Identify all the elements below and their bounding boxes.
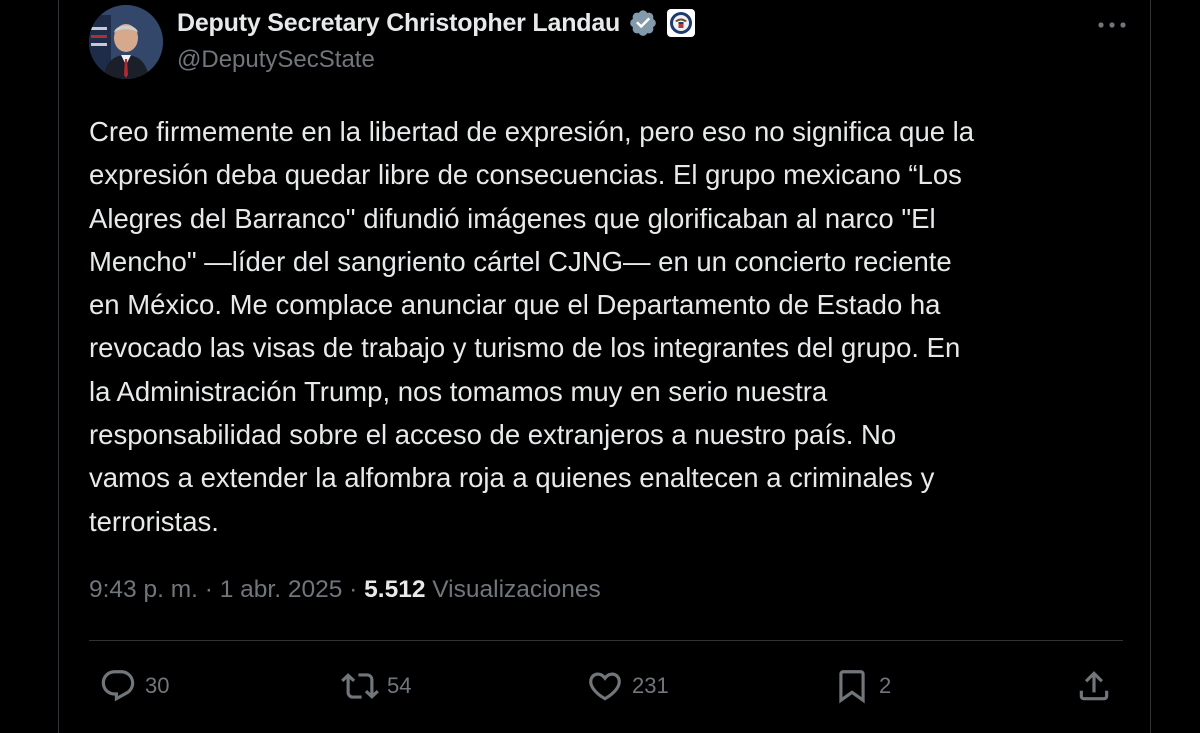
- tweet-metadata: 9:43 p. m. · 1 abr. 2025 · 5.512 Visuali…: [89, 576, 601, 604]
- tweet-date[interactable]: 1 abr. 2025: [220, 576, 343, 603]
- views-label: Visualizaciones: [432, 576, 601, 603]
- tweet-column: Deputy Secretary Christopher Landau @Dep…: [58, 0, 1151, 733]
- bookmark-count: 2: [879, 673, 892, 698]
- bookmark-button[interactable]: 2: [833, 660, 891, 712]
- author-display-name[interactable]: Deputy Secretary Christopher Landau: [177, 9, 620, 38]
- repost-icon: [341, 673, 379, 699]
- reply-count: 30: [145, 673, 170, 698]
- like-button[interactable]: 231: [586, 660, 669, 712]
- bookmark-icon: [839, 670, 865, 704]
- share-button[interactable]: [1075, 660, 1113, 712]
- tweet-header: Deputy Secretary Christopher Landau @Dep…: [59, 0, 1150, 100]
- share-icon: [1079, 671, 1109, 701]
- meta-separator: ·: [349, 576, 358, 603]
- reply-button[interactable]: 30: [99, 660, 169, 712]
- tweet-text: Creo firmemente en la libertad de expres…: [89, 116, 975, 537]
- views-count: 5.512: [364, 576, 426, 603]
- reply-icon: [101, 670, 135, 702]
- meta-separator: ·: [204, 576, 213, 603]
- divider: [89, 640, 1123, 641]
- author-name-row: Deputy Secretary Christopher Landau: [177, 8, 696, 38]
- tweet-actions-bar: 30 54 231 2: [89, 660, 1123, 712]
- more-dots-icon: [1098, 22, 1126, 28]
- state-department-seal-icon[interactable]: [666, 8, 696, 38]
- repost-button[interactable]: 54: [341, 660, 411, 712]
- like-count: 231: [632, 673, 669, 698]
- repost-count: 54: [387, 673, 412, 698]
- verified-badge-icon[interactable]: [628, 8, 658, 38]
- tweet-time[interactable]: 9:43 p. m.: [89, 576, 198, 603]
- more-options-button[interactable]: [1092, 8, 1132, 42]
- avatar[interactable]: [89, 5, 163, 79]
- heart-icon: [589, 672, 621, 701]
- author-handle[interactable]: @DeputySecState: [177, 46, 375, 74]
